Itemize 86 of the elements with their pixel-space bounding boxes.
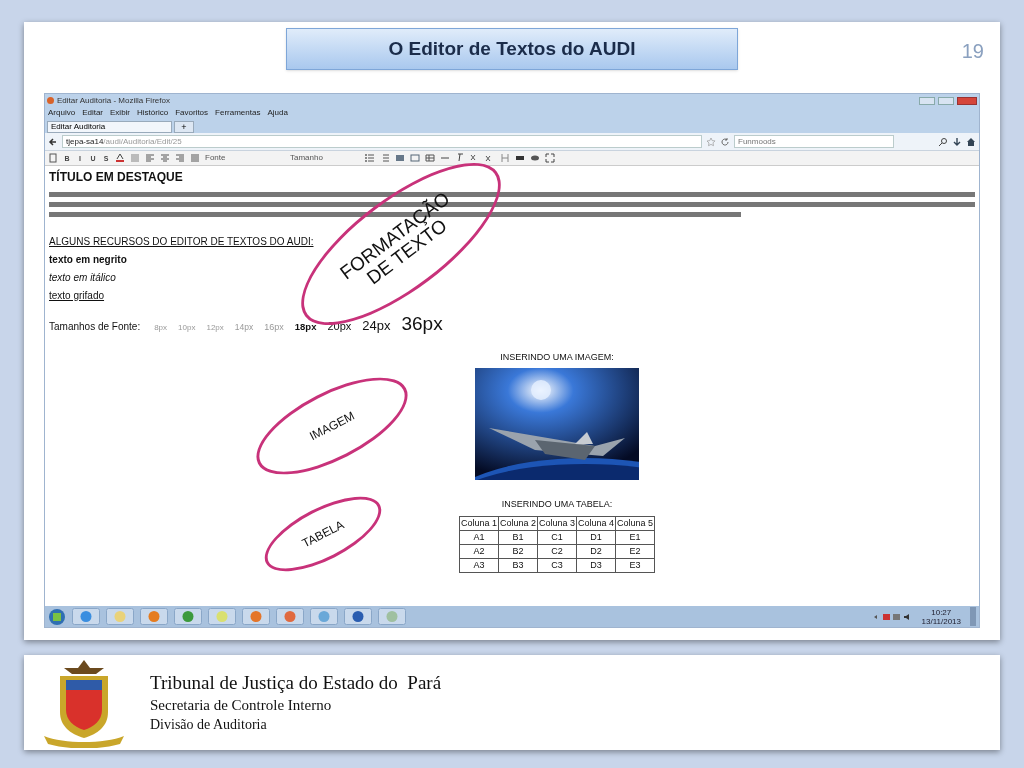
clear-format-icon[interactable] bbox=[455, 153, 465, 163]
taskbar-app-icon[interactable] bbox=[72, 608, 100, 625]
window-title: Editar Auditoria - Mozilla Firefox bbox=[57, 96, 170, 105]
text-sample: texto em itálico bbox=[49, 272, 116, 284]
table-cell: C1 bbox=[537, 530, 577, 544]
table-cell: B1 bbox=[498, 530, 538, 544]
menu-item[interactable]: Favoritos bbox=[175, 109, 209, 117]
align-center-icon[interactable] bbox=[160, 153, 170, 163]
column-header: Coluna 2 bbox=[498, 516, 538, 530]
media-icon[interactable] bbox=[410, 153, 420, 163]
font-size-sample: 18px bbox=[294, 320, 317, 334]
menu-item[interactable]: Exibir bbox=[110, 109, 131, 117]
table-cell: A2 bbox=[459, 544, 499, 558]
institution-name: Tribunal de Justiça do Estado do Pará bbox=[150, 671, 442, 695]
table-cell: D3 bbox=[576, 558, 616, 572]
table-cell: B2 bbox=[498, 544, 538, 558]
search-field[interactable]: Funmoods bbox=[734, 135, 894, 148]
align-left-icon[interactable] bbox=[145, 153, 155, 163]
table-cell: A1 bbox=[459, 530, 499, 544]
address-field[interactable]: tjepa-sa14/audi/Auditoria/Edit/25 bbox=[62, 135, 702, 148]
maximize-button[interactable] bbox=[938, 96, 954, 105]
size-select[interactable]: Tamanho bbox=[290, 152, 360, 164]
table-cell: C2 bbox=[537, 544, 577, 558]
table-cell: E3 bbox=[615, 558, 655, 572]
minimize-button[interactable] bbox=[919, 96, 935, 105]
department-name: Secretaria de Controle Interno bbox=[150, 696, 333, 715]
start-button-icon[interactable] bbox=[48, 607, 66, 626]
image-caption: INSERINDO UMA IMAGEM: bbox=[500, 350, 614, 364]
table-cell: A3 bbox=[459, 558, 499, 572]
download-icon[interactable] bbox=[952, 136, 962, 147]
text-color-icon[interactable] bbox=[115, 153, 125, 163]
bullet-list-icon[interactable] bbox=[365, 153, 375, 163]
slide-title: O Editor de Textos do AUDI bbox=[286, 28, 738, 70]
menu-item[interactable]: Ajuda bbox=[267, 109, 288, 117]
font-size-sample: 16px bbox=[264, 321, 284, 334]
font-size-sample: 8px bbox=[154, 322, 168, 334]
division-name: Divisão de Auditoria bbox=[150, 716, 268, 734]
align-right-icon[interactable] bbox=[175, 153, 185, 163]
taskbar-app-icon[interactable] bbox=[276, 608, 304, 625]
table-icon[interactable] bbox=[425, 153, 435, 163]
page-number: 19 bbox=[961, 39, 984, 64]
font-size-sample: 24px bbox=[362, 317, 391, 335]
table-cell: D1 bbox=[576, 530, 616, 544]
document-icon[interactable] bbox=[48, 153, 58, 163]
menu-item[interactable]: Arquivo bbox=[48, 109, 76, 117]
column-header: Coluna 1 bbox=[459, 516, 499, 530]
fullscreen-icon[interactable] bbox=[545, 153, 555, 163]
page-break-icon[interactable] bbox=[500, 153, 510, 163]
taskbar-app-icon[interactable] bbox=[242, 608, 270, 625]
back-icon[interactable] bbox=[48, 136, 58, 147]
table-cell: E1 bbox=[615, 530, 655, 544]
table-cell: E2 bbox=[615, 544, 655, 558]
menu-item[interactable]: Ferramentas bbox=[215, 109, 261, 117]
menu-item[interactable]: Editar bbox=[82, 109, 104, 117]
star-icon[interactable] bbox=[706, 136, 716, 147]
image-icon[interactable] bbox=[395, 153, 405, 163]
font-size-sample: 10px bbox=[178, 322, 196, 334]
browser-logo-icon bbox=[47, 97, 54, 104]
taskbar-app-icon[interactable] bbox=[344, 608, 372, 625]
taskbar-app-icon[interactable] bbox=[140, 608, 168, 625]
clock-time: 10:27 bbox=[931, 607, 952, 617]
table-cell: B3 bbox=[498, 558, 538, 572]
close-button[interactable] bbox=[957, 96, 977, 105]
document-heading: TÍTULO EM DESTAQUE bbox=[49, 170, 184, 184]
column-header: Coluna 5 bbox=[615, 516, 655, 530]
font-select[interactable]: Fonte bbox=[205, 152, 285, 164]
font-sizes-label: Tamanhos de Fonte: bbox=[49, 320, 141, 334]
clock-date: 13/11/2013 bbox=[921, 616, 961, 626]
text-sample: texto grifado bbox=[49, 290, 105, 302]
text-sample: texto em negrito bbox=[49, 254, 127, 266]
reload-icon[interactable] bbox=[720, 136, 730, 147]
table-cell: C3 bbox=[537, 558, 577, 572]
font-size-sample: 14px bbox=[234, 321, 254, 334]
column-header: Coluna 4 bbox=[576, 516, 616, 530]
home-icon[interactable] bbox=[966, 136, 976, 147]
column-header: Coluna 3 bbox=[537, 516, 577, 530]
font-size-sample: 12px bbox=[206, 322, 224, 334]
browser-tab[interactable]: Editar Auditoria bbox=[47, 121, 172, 133]
table-cell: D2 bbox=[576, 544, 616, 558]
taskbar-app-icon[interactable] bbox=[174, 608, 202, 625]
numbered-list-icon[interactable] bbox=[380, 153, 390, 163]
menu-item[interactable]: Histórico bbox=[137, 109, 169, 117]
new-tab-button[interactable]: + bbox=[174, 121, 194, 133]
table-caption: INSERINDO UMA TABELA: bbox=[501, 498, 613, 511]
search-icon[interactable] bbox=[938, 136, 948, 147]
font-size-sample: 36px bbox=[401, 312, 443, 336]
